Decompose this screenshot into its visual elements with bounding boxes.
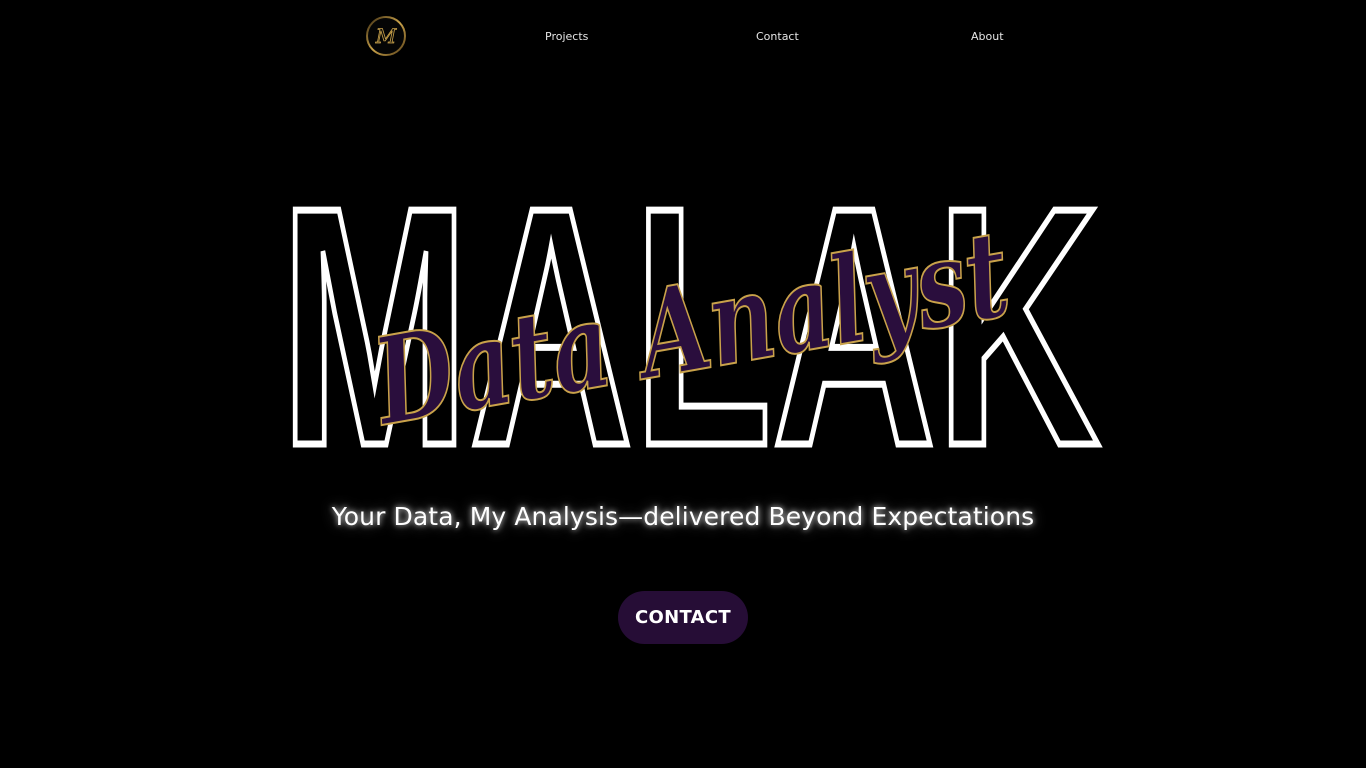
hero-tagline: Your Data, My Analysis—delivered Beyond … xyxy=(331,502,1035,531)
hero-graphic: MALAK Data Analyst xyxy=(277,134,1104,521)
contact-button[interactable]: CONTACT xyxy=(618,591,748,644)
page: M Projects Contact About MALAK Data Anal… xyxy=(0,0,1366,768)
